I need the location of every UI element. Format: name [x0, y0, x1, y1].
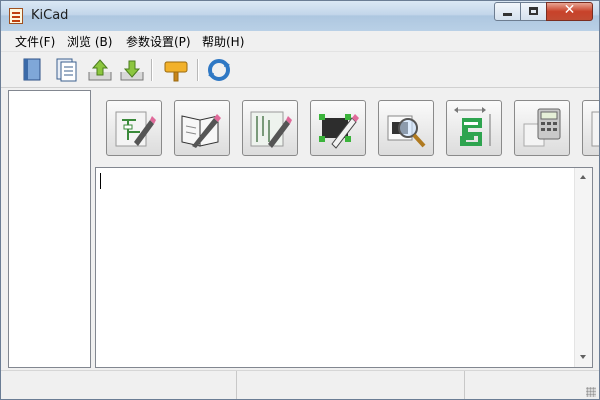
minimize-icon [503, 13, 512, 16]
new-project-button[interactable] [19, 57, 45, 83]
close-icon: ✕ [563, 2, 576, 18]
worksheet-editor-button[interactable] [582, 100, 599, 156]
footprint-editor-button[interactable] [310, 100, 366, 156]
new-project-from-template-icon [56, 58, 77, 82]
status-field-3 [465, 371, 599, 399]
status-field-2 [237, 371, 465, 399]
kicad-window: KiCad ✕ 文件(F) 浏览 (B) 参数设置(P) 帮助(H) [0, 0, 600, 400]
title-bar[interactable]: KiCad ✕ [1, 1, 599, 31]
menu-help[interactable]: 帮助(H) [202, 33, 244, 50]
bitmap-converter-button[interactable] [446, 100, 502, 156]
worksheet-editor-icon [591, 111, 599, 147]
archive-project-icon [164, 61, 188, 82]
new-project-template-button[interactable] [53, 57, 79, 83]
gerber-viewer-icon [387, 115, 426, 148]
text-cursor [100, 173, 101, 189]
refresh-icon [208, 59, 230, 81]
bitmap-to-component-icon [454, 107, 491, 146]
archive-project-button[interactable] [163, 57, 189, 83]
schematic-editor-icon [115, 111, 156, 147]
save-project-icon [120, 60, 144, 81]
message-panel[interactable] [95, 167, 593, 368]
gerber-viewer-button[interactable] [378, 100, 434, 156]
save-project-button[interactable] [119, 57, 145, 83]
kicad-app-icon[interactable] [9, 8, 23, 24]
menu-bar: 文件(F) 浏览 (B) 参数设置(P) 帮助(H) [1, 31, 599, 51]
close-button[interactable]: ✕ [546, 2, 593, 21]
toolbar-separator [151, 59, 152, 81]
pcb-editor-button[interactable] [242, 100, 298, 156]
pcb-calculator-icon [523, 108, 561, 147]
project-tree[interactable] [8, 90, 91, 368]
library-editor-button[interactable] [174, 100, 230, 156]
new-project-icon [23, 58, 41, 81]
message-panel-scrollbar[interactable] [574, 168, 592, 367]
status-bar [1, 370, 599, 399]
component-library-editor-icon [181, 114, 221, 148]
scroll-down-icon[interactable] [580, 355, 586, 359]
pcb-calculator-button[interactable] [514, 100, 570, 156]
launcher-bar [95, 90, 599, 165]
menu-preferences[interactable]: 参数设置(P) [126, 33, 191, 50]
main-toolbar [1, 51, 599, 88]
refresh-button[interactable] [206, 57, 232, 83]
footprint-editor-icon [319, 114, 359, 149]
status-field-1 [1, 371, 237, 399]
menu-file[interactable]: 文件(F) [15, 33, 55, 50]
scroll-up-icon[interactable] [580, 175, 586, 179]
resize-grip-icon[interactable] [586, 387, 596, 397]
menu-browse[interactable]: 浏览 (B) [67, 33, 112, 50]
open-project-icon [88, 59, 112, 81]
maximize-icon [529, 7, 538, 15]
open-project-button[interactable] [87, 57, 113, 83]
minimize-button[interactable] [494, 2, 521, 21]
window-title: KiCad [31, 8, 69, 23]
maximize-button[interactable] [520, 2, 547, 21]
toolbar-separator [197, 59, 198, 81]
pcb-editor-icon [250, 111, 292, 148]
schematic-editor-button[interactable] [106, 100, 162, 156]
